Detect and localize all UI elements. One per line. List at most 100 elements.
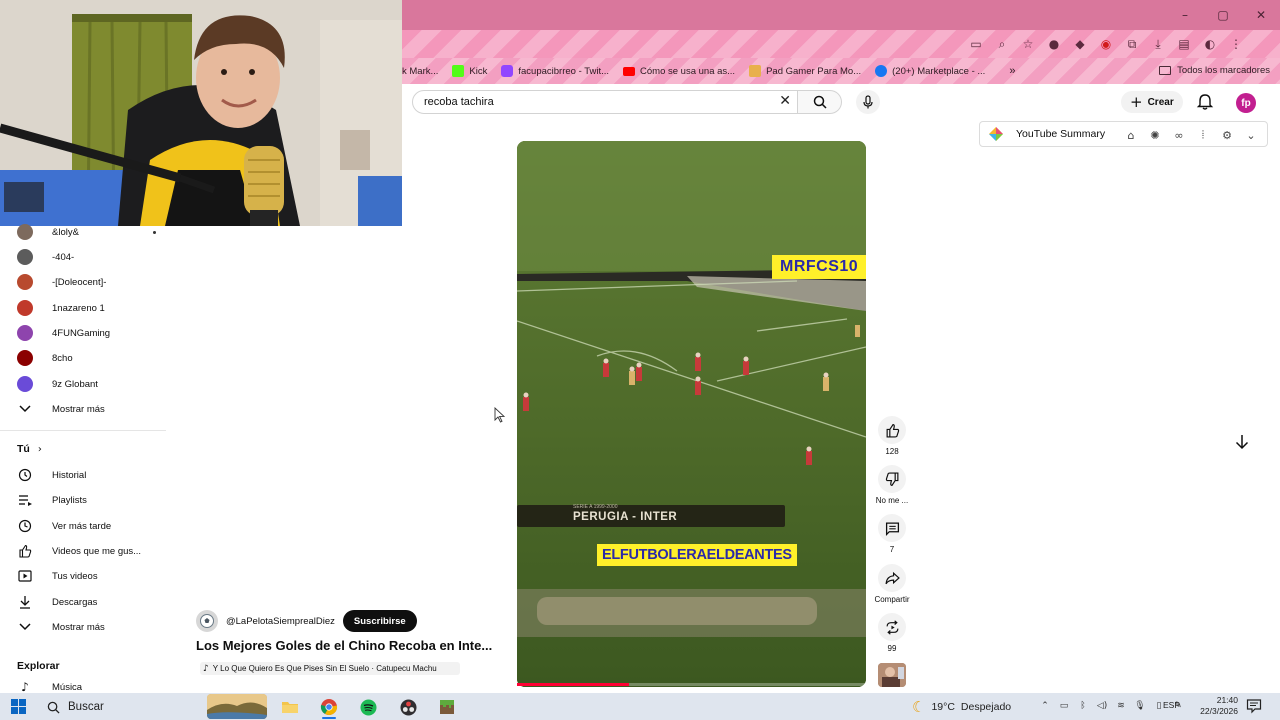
thumbs-down-icon [885,471,898,486]
bookmark-item[interactable]: Kick [452,65,487,77]
weather-widget[interactable]: ☾ 19°C Despejado [912,698,1011,716]
subscribe-button[interactable]: Suscribirse [342,610,417,632]
channel-avatar[interactable] [196,610,218,632]
sidebar-item-liked-videos[interactable]: Videos que me gus... [16,541,141,561]
cast-icon[interactable]: ▭ [966,34,986,54]
all-bookmarks[interactable]: Todos los marcadores [1159,65,1270,76]
notifications-bell-icon[interactable] [1196,93,1214,111]
notifications-icon[interactable] [1246,698,1262,714]
webcam-overlay [0,0,402,226]
chevron-down-icon[interactable]: ⌄ [1243,127,1259,143]
sidebar-item-subscription[interactable]: 4FUNGaming [16,323,110,343]
thumbs-up-icon [886,423,899,438]
bookmark-item[interactable]: facupacibrreo - Twit... [501,65,609,77]
comments-button[interactable]: 7 [872,514,912,554]
voice-search-button[interactable] [856,90,880,114]
clear-search-icon[interactable]: ✕ [779,93,791,109]
summary-tools: ⌂ ✺ ∞ ⦙ ⚙ ⌄ [1123,127,1259,143]
channel-avatar [17,376,33,392]
bookmark-item[interactable]: k Mark... [402,66,438,77]
you-heading[interactable]: Tú › [17,443,42,455]
sidebar-item-playlists[interactable]: Playlists [16,490,87,510]
clock[interactable]: 21:40 22/3/2026 [1196,695,1238,717]
song-chip[interactable]: ♪ Y Lo Que Quiero Es Que Pises Sin El Su… [200,662,460,675]
bookmark-star-icon[interactable]: ☆ [1018,34,1038,54]
like-button[interactable]: 128 [872,416,912,456]
comment-count: 7 [889,545,895,554]
sidebar-item-subscription[interactable]: 1nazareno 1 [16,298,105,318]
channel-avatar [17,300,33,316]
show-more-button[interactable]: Mostrar más [16,399,105,419]
minimize-button[interactable]: – [1166,0,1204,30]
wifi-icon[interactable]: ≋ [1114,698,1128,714]
profile-icon[interactable]: ◐ [1200,34,1220,54]
search-input[interactable]: recoba tachira ✕ [412,90,798,114]
sidebar: &loly& -404- -[Doleocent]- 1nazareno 1 4… [0,224,166,696]
windows-start-icon[interactable] [11,699,26,714]
create-button[interactable]: + Crear [1121,91,1183,113]
sidebar-item-watch-later[interactable]: Ver más tarde [16,516,111,536]
bluetooth-icon[interactable]: ᛒ [1076,698,1090,714]
bookmark-item[interactable]: (20+) Marketplace - ... [875,65,985,77]
search-button[interactable] [798,90,842,114]
twitch-icon [501,65,514,77]
video-title[interactable]: Los Mejores Goles de el Chino Recoba en … [196,638,506,653]
channel-name[interactable]: @LaPelotaSiemprealDiez [226,616,335,627]
bookmarks-overflow-button[interactable]: » [1009,65,1015,77]
extension-icon[interactable]: ◉ [1096,34,1116,54]
close-window-button[interactable]: ✕ [1242,0,1280,30]
input-language[interactable]: ESP [1163,700,1180,710]
share-button[interactable]: Compartir [872,564,912,604]
puzzle-icon[interactable]: ⧉ [1122,34,1142,54]
sidebar-item-subscription[interactable]: &loly& [16,222,156,242]
obs-icon[interactable] [397,696,419,718]
ai-icon[interactable]: ✺ [1147,127,1163,143]
audio-source-thumbnail[interactable] [878,663,906,687]
remix-button[interactable]: 99 [872,613,912,653]
settings-icon[interactable]: ⚙ [1219,127,1235,143]
extension-icon[interactable]: ◆ [1070,34,1090,54]
sidebar-item-history[interactable]: Historial [16,465,86,485]
zoom-icon[interactable]: ⌕ [992,34,1012,54]
channel-avatar [17,249,33,265]
sidebar-item-subscription[interactable]: 9z Globant [16,374,98,394]
divider [0,430,166,431]
youtube-summary-panel[interactable]: YouTube Summary ⌂ ✺ ∞ ⦙ ⚙ ⌄ [979,121,1268,147]
spotify-icon[interactable] [357,696,379,718]
chevron-up-icon[interactable]: ⌃ [1038,698,1052,714]
file-explorer-icon[interactable] [279,696,301,718]
extension-icon[interactable]: ● [1044,34,1064,54]
next-video-button[interactable] [1228,428,1256,456]
explore-heading: Explorar [17,660,60,672]
account-avatar[interactable]: fp [1236,93,1256,113]
robot-icon[interactable]: ⌂ [1123,127,1139,143]
bookmark-item[interactable]: Cómo se usa una as... [623,66,735,77]
sidebar-item-subscription[interactable]: -404- [16,247,74,267]
restore-button[interactable]: ▢ [1204,0,1242,30]
menu-icon[interactable]: ⋮ [1226,34,1246,54]
mic-icon[interactable]: 🎙︎ [1133,698,1147,714]
device-icon[interactable]: ▭ [1057,698,1071,714]
sidebar-item-your-videos[interactable]: Tus videos [16,566,98,586]
download-icon[interactable]: ⤓ [1148,34,1168,54]
channel-avatar [17,325,33,341]
video-progress-bar[interactable] [517,683,866,686]
show-more-button[interactable]: Mostrar más [16,617,105,637]
sidebar-item-downloads[interactable]: Descargas [16,592,97,612]
mouse-cursor-icon [494,407,506,423]
video-player[interactable]: MRFCS10 SERIE A 1999-2000 PERUGIA - INTE… [517,141,866,687]
folder-icon [1159,66,1172,75]
tab-search-icon[interactable]: ▤ [1174,34,1194,54]
minecraft-icon[interactable] [436,696,458,718]
chrome-icon[interactable] [318,696,340,718]
glasses-icon[interactable]: ∞ [1171,127,1187,143]
bookmark-item[interactable]: Pad Gamer Para Mo... [749,65,861,77]
audio-icon[interactable]: ⦙ [1195,127,1211,143]
sidebar-item-subscription[interactable]: -[Doleocent]- [16,272,106,292]
channel-avatar [17,350,33,366]
search-highlight-image[interactable] [207,694,267,719]
sidebar-item-subscription[interactable]: 8cho [16,348,73,368]
dislike-button[interactable]: No me ... [872,465,912,505]
plus-icon: + [1130,93,1143,111]
volume-icon[interactable]: ◁) [1095,698,1109,714]
